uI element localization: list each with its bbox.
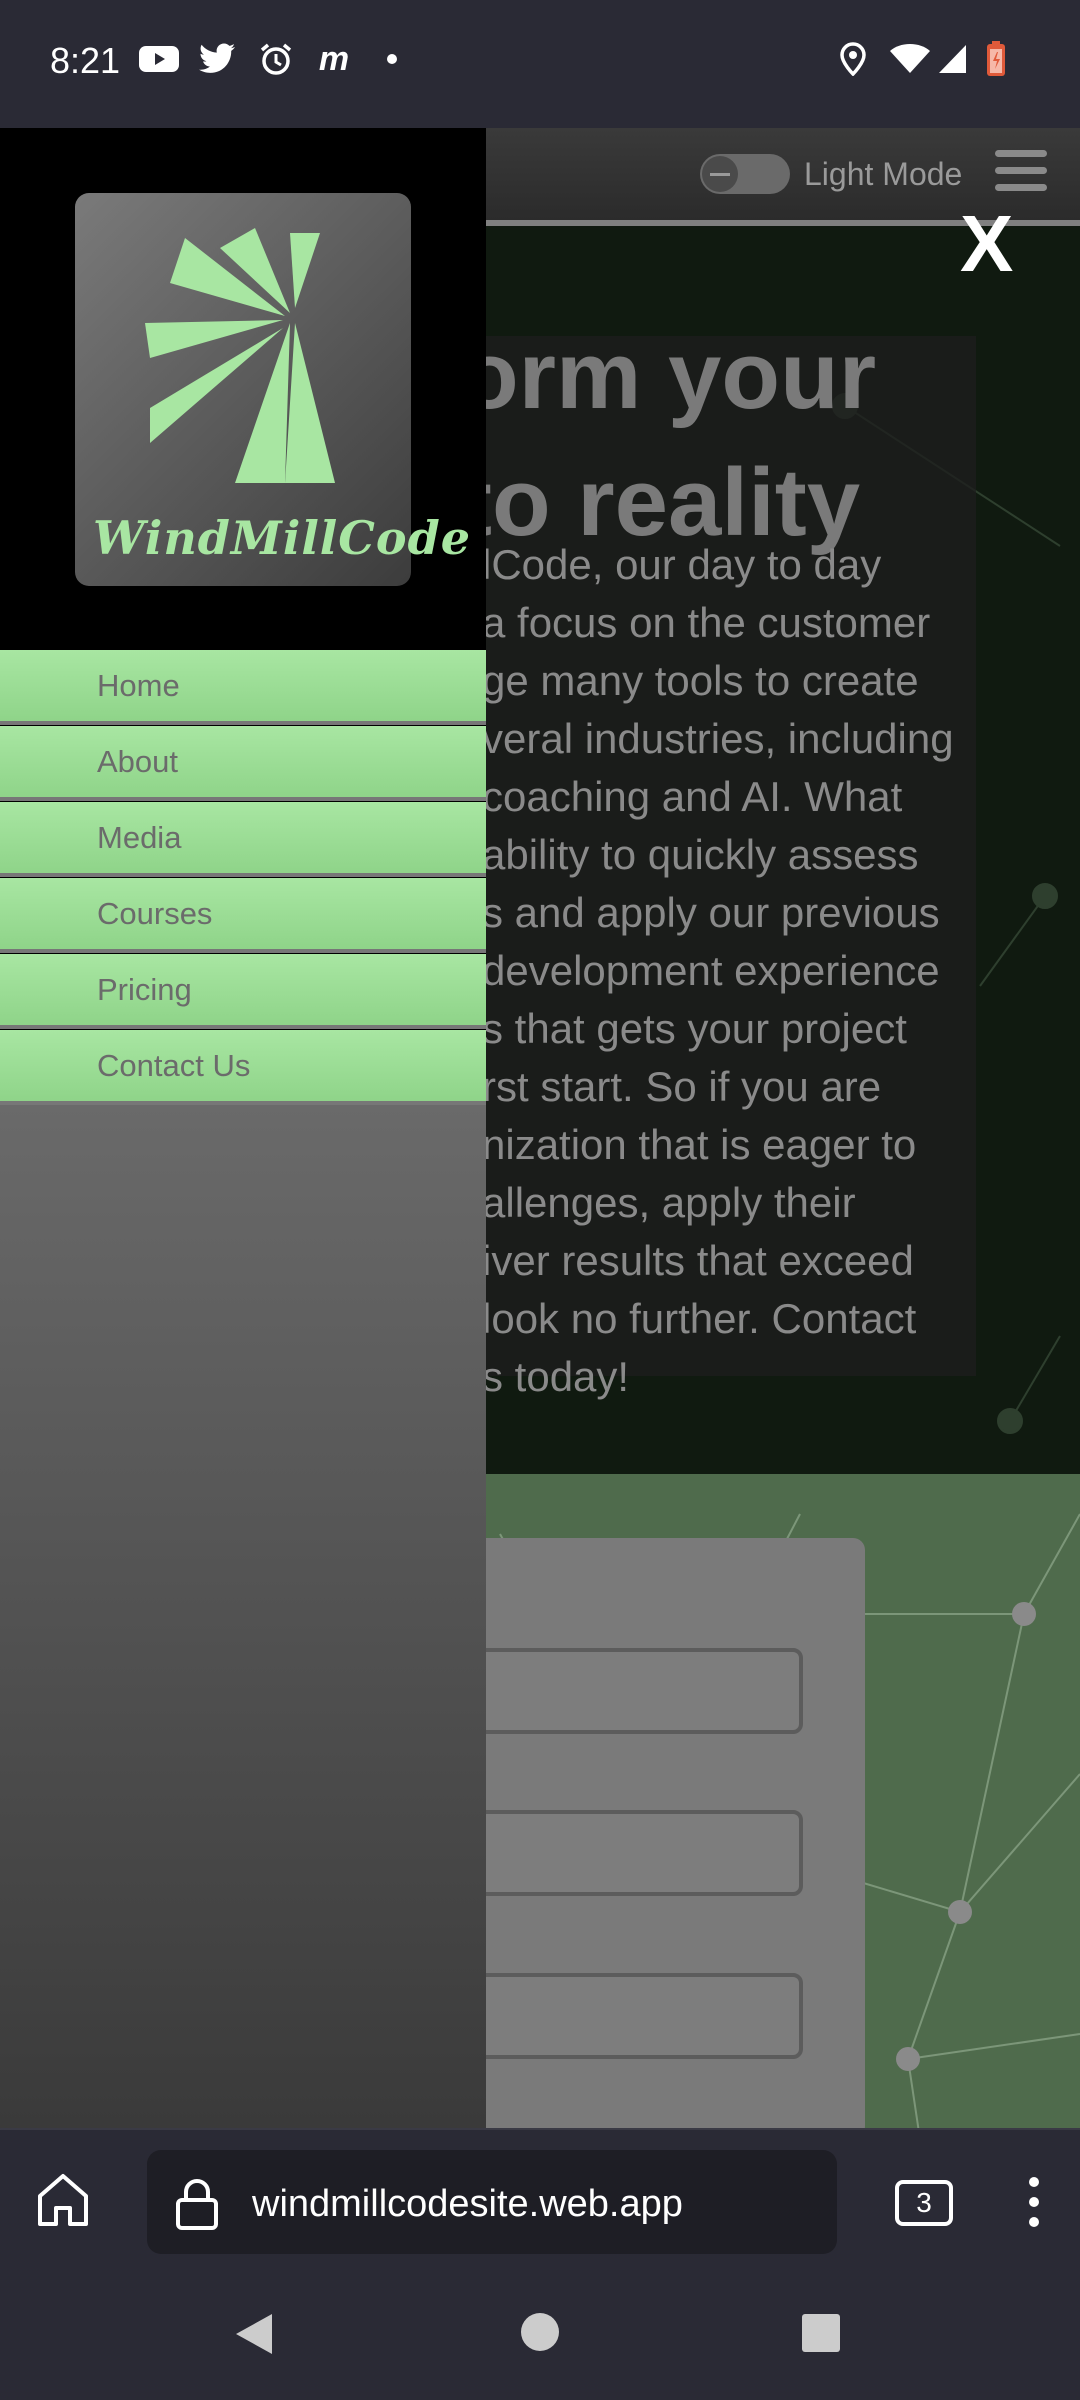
home-circle-icon[interactable] [518, 2310, 562, 2359]
light-mode-label: Light Mode [804, 156, 963, 192]
menu-icon[interactable] [995, 150, 1047, 196]
lock-icon [175, 2178, 219, 2235]
hero-paragraph-line: look no further. Contact [482, 1295, 917, 1342]
hero-paragraph-line: s and apply our previous [482, 889, 940, 936]
logo-text: WindMillCode [93, 511, 472, 565]
hero-paragraph-line: s today! [482, 1353, 630, 1400]
nav-item-home[interactable]: Home [0, 650, 486, 725]
hero-paragraph-line: nization that is eager to [482, 1121, 917, 1168]
nav-item-contact-us[interactable]: Contact Us [0, 1030, 486, 1105]
battery-icon [985, 41, 1007, 76]
status-time: 8:21 [50, 40, 121, 81]
nav-item-courses[interactable]: Courses [0, 878, 486, 953]
site-logo[interactable]: WindMillCode [75, 193, 472, 586]
dot-icon [385, 42, 399, 76]
youtube-icon [138, 42, 180, 76]
wifi-icon [888, 42, 932, 76]
recents-icon[interactable] [800, 2312, 842, 2359]
system-navigation-bar [0, 2280, 1080, 2400]
windmill-logo-icon [145, 228, 335, 483]
status-bar: 8:21 m [0, 0, 1080, 128]
url-bar[interactable]: windmillcodesite.web.app [147, 2150, 837, 2254]
hero-paragraph-line: veral industries, including [482, 715, 954, 762]
web-page: Light Mode orm your to reality lCode, ou… [0, 128, 1080, 2128]
hero-paragraph-line: allenges, apply their [482, 1179, 856, 1226]
nav-item-media[interactable]: Media [0, 802, 486, 877]
back-icon[interactable] [232, 2310, 276, 2363]
more-options-icon[interactable] [1025, 2174, 1043, 2235]
signal-icon [938, 42, 968, 76]
hero-paragraph-line: coaching and AI. What [482, 773, 903, 820]
drawer-nav: Home About Media Courses Pricing Contact Us [0, 650, 486, 1106]
url-text: windmillcodesite.web.app [252, 2183, 683, 2225]
close-button[interactable]: X [960, 198, 1013, 290]
hero-paragraph-line: rst start. So if you are [482, 1063, 882, 1110]
drawer-background [0, 1100, 486, 2128]
hero-paragraph-line: iver results that exceed [482, 1237, 914, 1284]
hero-paragraph-line: development experience [482, 947, 940, 994]
side-drawer: WindMillCode Home About Media Courses Pricin… [0, 128, 486, 2128]
location-icon [838, 42, 868, 76]
hero-paragraph-line: s that gets your project [482, 1005, 907, 1052]
nav-item-pricing[interactable]: Pricing [0, 954, 486, 1029]
tab-count-button[interactable]: 3 [895, 2180, 953, 2226]
toggle-knob [702, 156, 738, 192]
light-mode-toggle[interactable] [700, 154, 790, 194]
m-app-icon: m [318, 39, 350, 78]
hero-title-line1: orm your [460, 322, 877, 429]
hero-paragraph: lCode, our day to day a focus on the cust… [482, 536, 1042, 1406]
hero-paragraph-line: ge many tools to create [482, 657, 919, 704]
home-icon[interactable] [36, 2172, 90, 2233]
hero-paragraph-line: lCode, our day to day [482, 541, 882, 588]
twitter-icon [198, 42, 238, 76]
browser-toolbar: windmillcodesite.web.app 3 [0, 2128, 1080, 2282]
hero-paragraph-line: ability to quickly assess [482, 831, 919, 878]
alarm-icon [258, 42, 294, 76]
hero-paragraph-line: a focus on the customer [482, 599, 931, 646]
nav-item-about[interactable]: About [0, 726, 486, 801]
